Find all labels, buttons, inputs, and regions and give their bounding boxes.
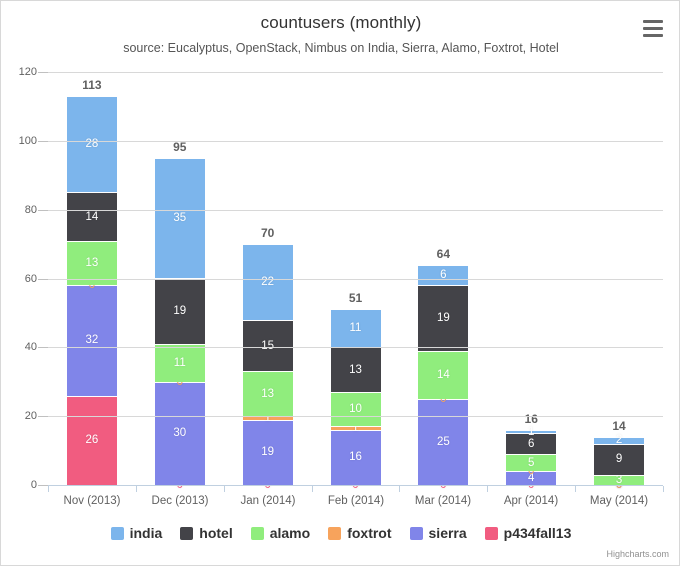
- bar-segment[interactable]: [330, 309, 381, 348]
- legend-label: foxtrot: [347, 525, 392, 541]
- bar-segment[interactable]: [594, 436, 645, 444]
- gridline: [48, 416, 663, 417]
- bar-segment[interactable]: [506, 454, 557, 472]
- chart-legend: india hotel alamo foxtrot sierra p434fall13: [1, 525, 679, 541]
- stack-total-label: 16: [524, 411, 538, 426]
- y-tick-label: 80: [24, 204, 37, 216]
- gridline: [48, 485, 663, 486]
- bar-segment[interactable]: [418, 264, 469, 286]
- legend-swatch-icon: [250, 526, 264, 540]
- y-tick-mark: [38, 347, 48, 348]
- y-tick-label: 120: [18, 66, 37, 78]
- legend-label: sierra: [428, 525, 467, 541]
- bar-segment[interactable]: [154, 381, 205, 485]
- x-tick-label: Dec (2013): [151, 495, 209, 507]
- legend-swatch-icon: [328, 526, 342, 540]
- x-tick-label: Nov (2013): [63, 495, 121, 507]
- bar-segment[interactable]: [330, 347, 381, 393]
- bar-segment[interactable]: [66, 96, 117, 193]
- legend-item-p434fall13[interactable]: p434fall13: [484, 525, 572, 541]
- credits-label: Highcharts.com: [606, 549, 669, 559]
- stack-total-label: 14: [612, 418, 626, 433]
- bar-segment[interactable]: [594, 443, 645, 475]
- legend-item-india[interactable]: india: [110, 525, 163, 541]
- gridline: [48, 279, 663, 280]
- gridline: [48, 347, 663, 348]
- bar-segment[interactable]: [418, 350, 469, 399]
- bar-segment[interactable]: [418, 285, 469, 351]
- y-tick-label: 40: [24, 341, 37, 353]
- bar-segment[interactable]: [330, 392, 381, 427]
- bar-segment[interactable]: [506, 471, 557, 485]
- legend-item-sierra[interactable]: sierra: [409, 525, 467, 541]
- bar-segment[interactable]: [506, 429, 557, 434]
- bar-segment[interactable]: [594, 474, 645, 485]
- bar-segment[interactable]: [242, 371, 293, 417]
- legend-item-alamo[interactable]: alamo: [250, 525, 311, 541]
- legend-swatch-icon: [110, 526, 124, 540]
- y-tick-mark: [38, 416, 48, 417]
- y-tick-label: 0: [30, 479, 37, 491]
- bar-segment[interactable]: [66, 395, 117, 485]
- bar-segment[interactable]: [242, 319, 293, 372]
- stack-total-label: 64: [436, 246, 451, 261]
- legend-label: hotel: [199, 525, 233, 541]
- bar-segment[interactable]: [154, 343, 205, 382]
- bar-segment[interactable]: [418, 398, 469, 485]
- y-tick-label: 20: [24, 410, 37, 422]
- highcharts-container: countusers (monthly) source: Eucalyptus,…: [0, 0, 680, 566]
- x-tick-label: May (2014): [589, 495, 649, 507]
- legend-item-hotel[interactable]: hotel: [180, 525, 233, 541]
- legend-label: india: [129, 525, 163, 541]
- y-tick-label: 60: [24, 273, 37, 285]
- y-tick-label: 100: [18, 135, 37, 147]
- bar-segment[interactable]: [154, 158, 205, 279]
- stack-total-label: 70: [260, 226, 275, 241]
- bar-segment[interactable]: [66, 192, 117, 241]
- y-tick-mark: [38, 210, 48, 211]
- legend-swatch-icon: [484, 526, 498, 540]
- x-tick-mark: [312, 486, 313, 492]
- stack-total-label: 95: [173, 140, 187, 155]
- stack-total-label: 51: [348, 291, 363, 306]
- legend-label: p434fall13: [503, 525, 572, 541]
- bar-segment[interactable]: [242, 419, 293, 485]
- gridline: [48, 72, 663, 73]
- x-tick-label: Apr (2014): [503, 495, 559, 507]
- y-tick-mark: [38, 141, 48, 142]
- x-tick-mark: [224, 486, 225, 492]
- y-tick-mark: [38, 279, 48, 280]
- bar-segment[interactable]: [330, 429, 381, 485]
- x-tick-mark: [575, 486, 576, 492]
- x-tick-label: Jan (2014): [240, 495, 296, 507]
- bar-segment[interactable]: [506, 433, 557, 455]
- gridline: [48, 141, 663, 142]
- legend-item-foxtrot[interactable]: foxtrot: [328, 525, 392, 541]
- legend-swatch-icon: [409, 526, 423, 540]
- bar-segment[interactable]: [330, 426, 381, 430]
- legend-swatch-icon: [180, 526, 194, 540]
- plot-wrapper: 2632013142811303001119359501911315227001…: [1, 1, 679, 565]
- x-tick-mark: [487, 486, 488, 492]
- stack-total-label: 113: [82, 78, 102, 93]
- bar-segment[interactable]: [66, 285, 117, 396]
- x-tick-mark: [48, 486, 49, 492]
- x-tick-label: Feb (2014): [327, 495, 385, 507]
- bar-segment[interactable]: [242, 244, 293, 320]
- x-tick-mark: [136, 486, 137, 492]
- x-tick-mark: [663, 486, 664, 492]
- y-tick-mark: [38, 485, 48, 486]
- bar-segment[interactable]: [154, 278, 205, 344]
- legend-label: alamo: [269, 525, 311, 541]
- x-tick-label: Mar (2014): [414, 495, 472, 507]
- gridline: [48, 210, 663, 211]
- y-tick-mark: [38, 72, 48, 73]
- x-tick-mark: [399, 486, 400, 492]
